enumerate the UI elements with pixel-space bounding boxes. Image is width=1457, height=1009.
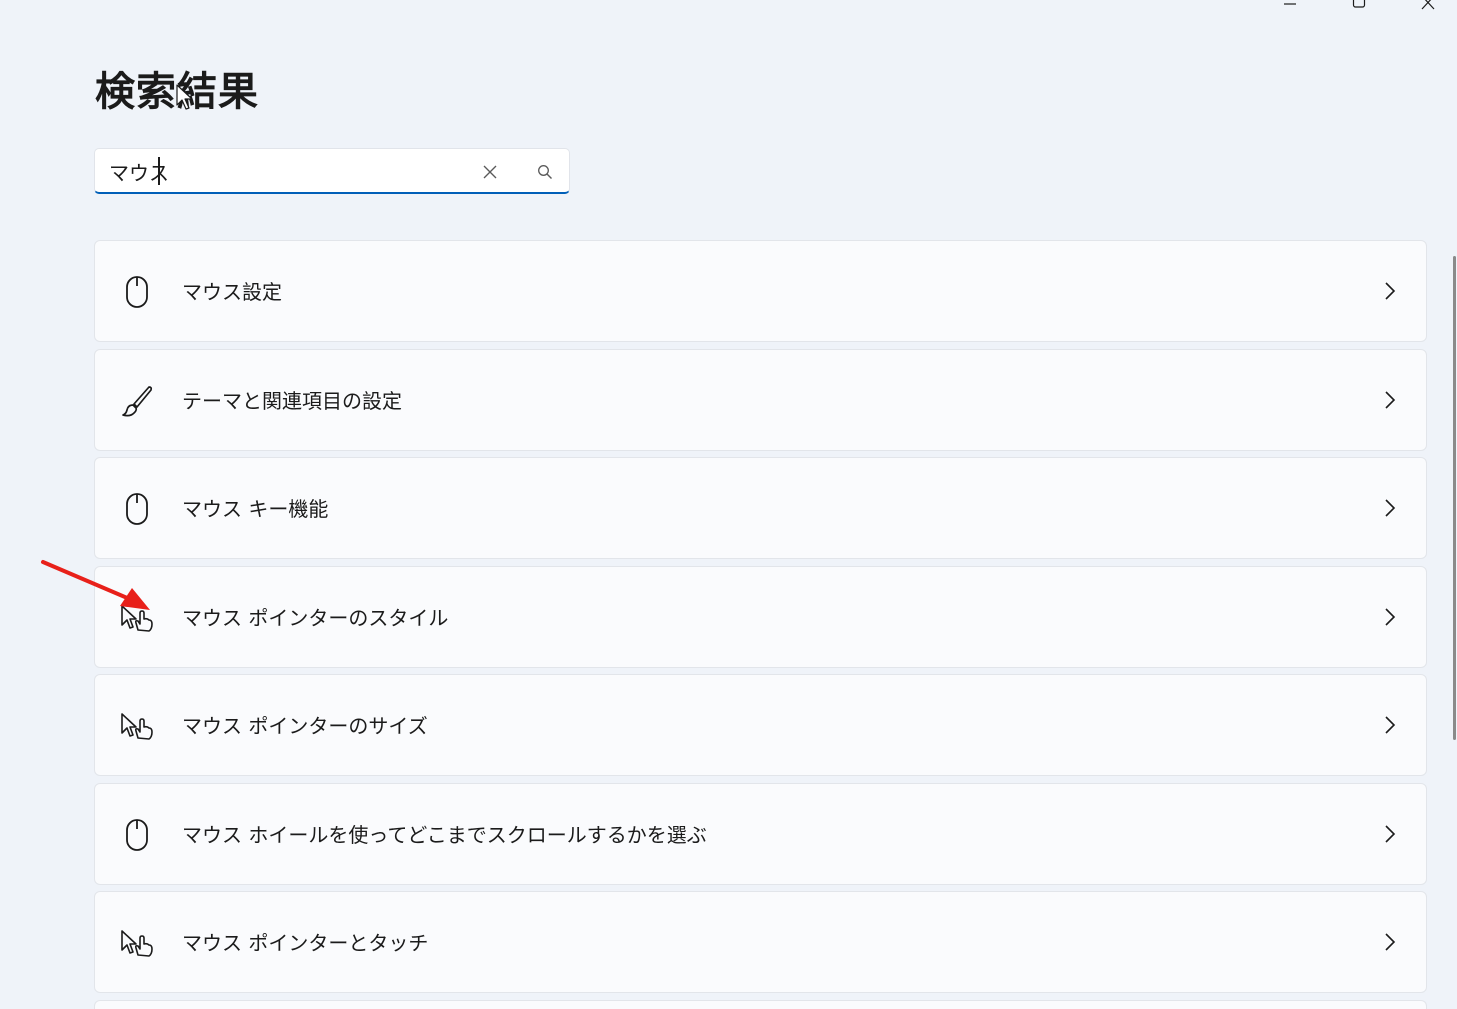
result-label: マウス設定 — [182, 280, 282, 304]
search-input[interactable] — [109, 157, 469, 185]
pointer-hand-icon — [119, 600, 155, 636]
result-label: マウス キー機能 — [182, 497, 329, 521]
chevron-right-icon — [1378, 279, 1402, 303]
result-label: テーマと関連項目の設定 — [182, 389, 402, 413]
close-icon[interactable] — [475, 157, 505, 187]
list-item-partial[interactable] — [94, 1000, 1427, 1009]
pointer-hand-icon — [119, 708, 155, 744]
pointer-hand-icon — [119, 925, 155, 961]
minimize-icon[interactable] — [1267, 0, 1313, 14]
text-caret — [158, 157, 160, 185]
result-label: マウス ホイールを使ってどこまでスクロールするかを選ぶ — [182, 823, 707, 847]
chevron-right-icon — [1378, 496, 1402, 520]
maximize-icon[interactable] — [1336, 0, 1382, 14]
list-item[interactable]: マウス ポインターのスタイル — [94, 566, 1427, 668]
chevron-right-icon — [1378, 605, 1402, 629]
search-field[interactable] — [94, 148, 570, 194]
search-icon[interactable] — [530, 157, 560, 187]
list-item[interactable]: マウス ポインターのサイズ — [94, 674, 1427, 776]
list-item[interactable]: マウス ホイールを使ってどこまでスクロールするかを選ぶ — [94, 783, 1427, 885]
list-item[interactable]: テーマと関連項目の設定 — [94, 349, 1427, 451]
mouse-cursor-icon — [176, 84, 193, 110]
mouse-icon — [119, 817, 155, 853]
result-label: マウス ポインターのサイズ — [182, 714, 428, 738]
chevron-right-icon — [1378, 713, 1402, 737]
chevron-right-icon — [1378, 388, 1402, 412]
window-controls — [1257, 0, 1457, 14]
chevron-right-icon — [1378, 930, 1402, 954]
result-label: マウス ポインターとタッチ — [182, 931, 429, 955]
mouse-icon — [119, 274, 155, 310]
chevron-right-icon — [1378, 822, 1402, 846]
list-item[interactable]: マウス ポインターとタッチ — [94, 891, 1427, 993]
scrollbar-thumb[interactable] — [1453, 256, 1456, 740]
result-label: マウス ポインターのスタイル — [182, 606, 449, 630]
brush-icon — [119, 383, 155, 419]
mouse-icon — [119, 491, 155, 527]
list-item[interactable]: マウス設定 — [94, 240, 1427, 342]
list-item[interactable]: マウス キー機能 — [94, 457, 1427, 559]
close-icon[interactable] — [1405, 0, 1451, 14]
